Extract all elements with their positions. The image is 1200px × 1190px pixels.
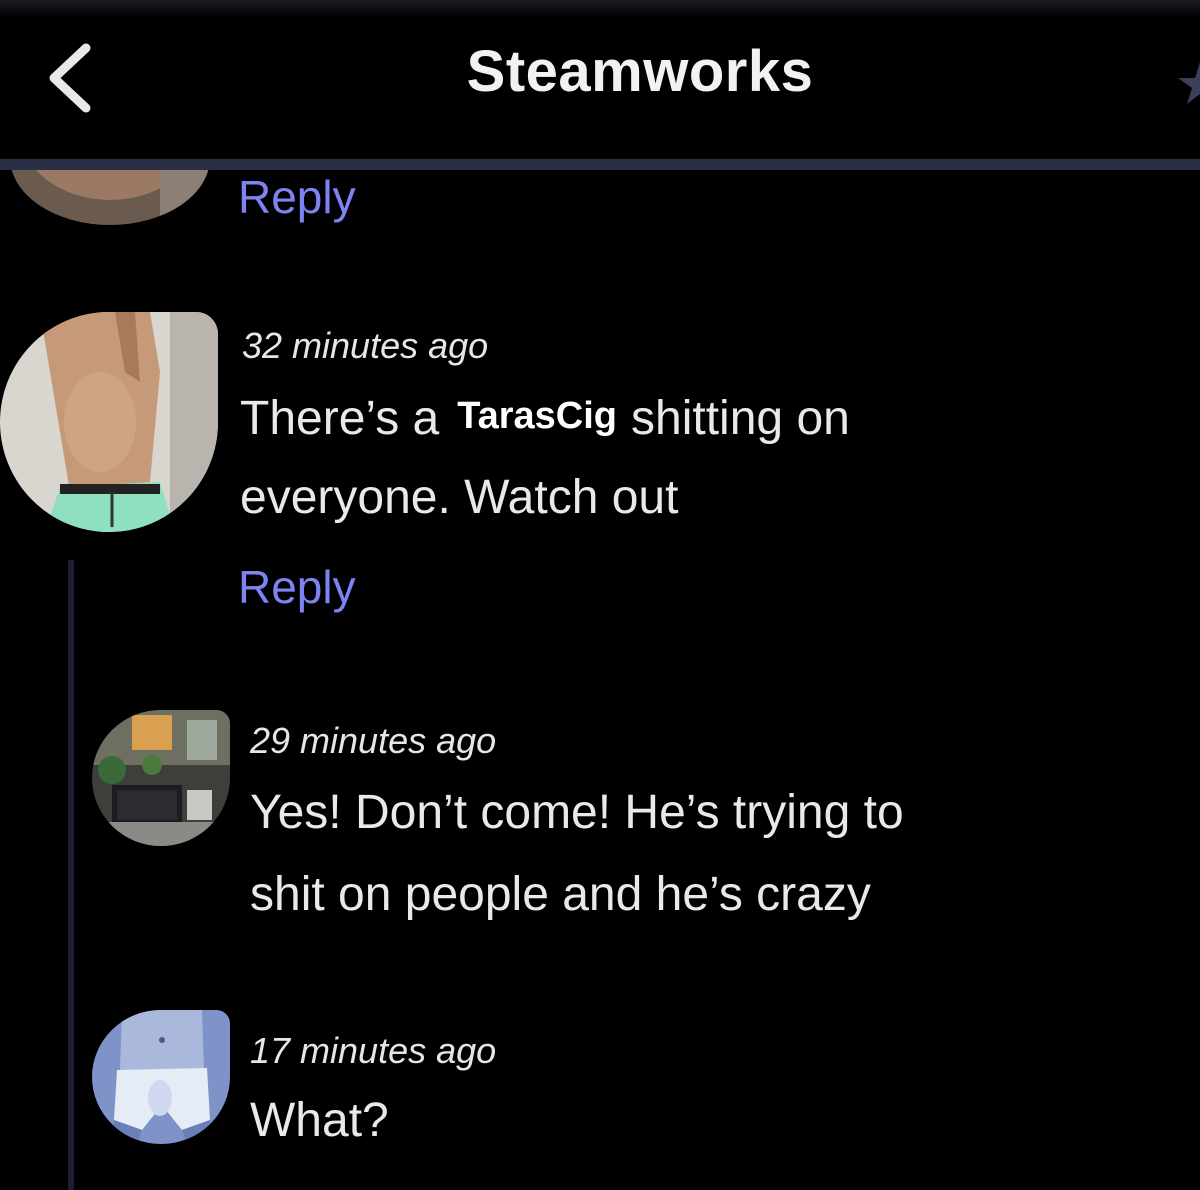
reply-link[interactable]: Reply	[238, 560, 356, 614]
avatar[interactable]	[92, 1010, 230, 1144]
comment-text-part: shitting on	[631, 392, 850, 445]
reply-link[interactable]: Reply	[238, 170, 356, 224]
page-title: Steamworks	[466, 39, 814, 104]
avatar[interactable]	[92, 710, 230, 846]
comment-text: Yes! Don’t come! He’s trying to	[250, 786, 904, 839]
header-divider	[0, 159, 1200, 170]
thread-line	[68, 560, 74, 1190]
favorite-button[interactable]	[1172, 58, 1200, 108]
comment-timestamp: 32 minutes ago	[242, 325, 489, 366]
redaction-label: TarasCig	[457, 395, 618, 437]
avatar[interactable]	[0, 312, 218, 532]
comment-text: shit on people and he’s crazy	[250, 868, 871, 921]
comment-timestamp: 17 minutes ago	[250, 1030, 497, 1071]
app-header: Steamworks	[0, 0, 1200, 160]
comment-timestamp: 29 minutes ago	[250, 720, 497, 761]
comment-text: There’s a TarasCig shitting on	[240, 375, 850, 460]
comment-text-part: There’s a	[240, 392, 440, 445]
header-shadow	[0, 0, 1200, 18]
app-screen: Reply 32 minutes ago There’s a TarasCig sh…	[0, 0, 1200, 1190]
star-icon	[1178, 62, 1200, 104]
comment-text: What?	[250, 1094, 389, 1147]
comment-text: everyone. Watch out	[240, 471, 679, 524]
